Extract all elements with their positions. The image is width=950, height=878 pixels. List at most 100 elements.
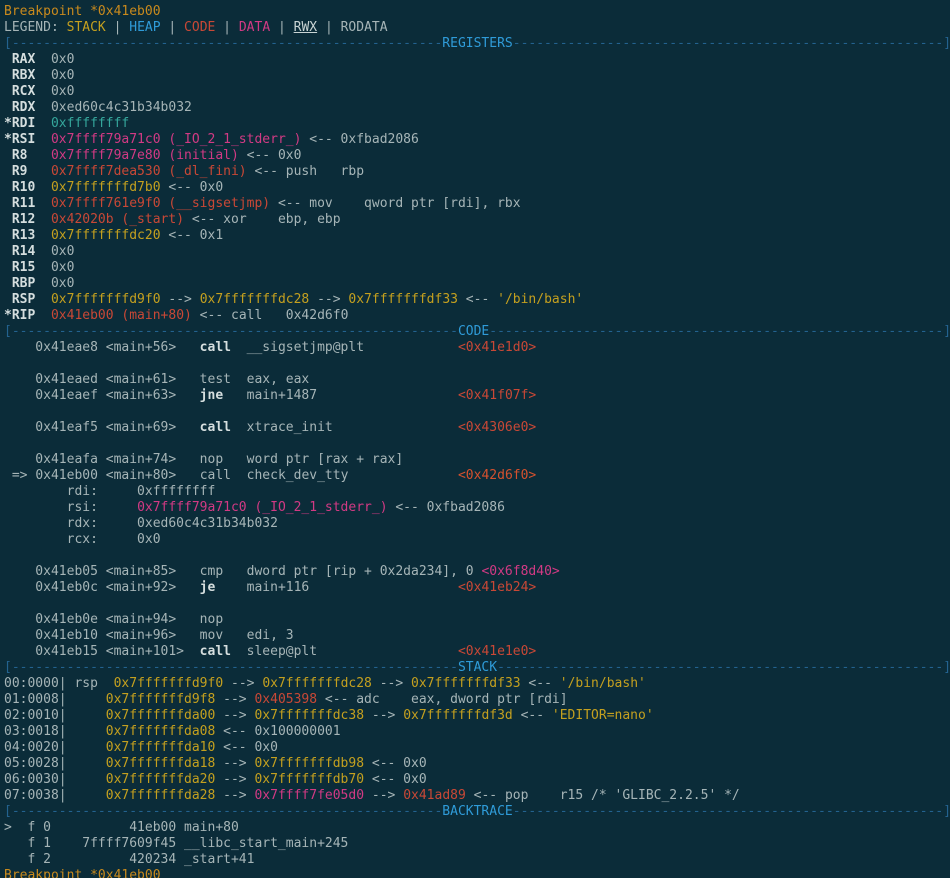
stack-00: 00:0000| rsp 0x7fffffffd9f0 --> 0x7fffff… xyxy=(4,676,950,692)
text-segment: RAX xyxy=(12,52,35,67)
text-segment xyxy=(35,116,51,131)
text-segment: <0x6f8d40> xyxy=(481,564,559,579)
text-segment xyxy=(27,164,50,179)
backtrace-f1: f 1 7ffff7609f45 __libc_start_main+245 xyxy=(4,836,950,852)
text-segment xyxy=(35,308,51,323)
text-segment: xtrace_init xyxy=(247,420,333,435)
text-segment: ----------------------------------------… xyxy=(513,804,950,819)
text-segment: 0x41eb00 <main+80> xyxy=(35,468,199,483)
text-segment: --> xyxy=(309,292,348,307)
text-segment: 04:0020| xyxy=(4,740,106,755)
text-segment: 0x7fffffffdc28 xyxy=(262,676,372,691)
text-segment: CODE xyxy=(184,20,215,35)
code-arg-rsi: rsi: 0x7ffff79a71c0 (_IO_2_1_stderr_) <-… xyxy=(4,500,950,516)
text-segment: ----------------------------------------… xyxy=(513,36,950,51)
text-segment xyxy=(35,212,51,227)
text-segment: rdi: 0xffffffff xyxy=(4,484,215,499)
text-segment: <-- 0xfbad2086 xyxy=(301,132,418,147)
text-segment: <0x41e1d0> xyxy=(458,340,536,355)
text-segment: --> xyxy=(215,772,254,787)
terminal-screen[interactable]: Breakpoint *0x41eb00LEGEND: STACK | HEAP… xyxy=(0,0,950,878)
text-segment: RDI xyxy=(12,116,35,131)
text-segment xyxy=(35,276,51,291)
text-segment: 0x0 xyxy=(51,68,74,83)
text-segment xyxy=(35,132,51,147)
code-arg-rdi: rdi: 0xffffffff xyxy=(4,484,950,500)
text-segment xyxy=(35,260,51,275)
text-segment: je xyxy=(200,580,216,595)
text-segment: cmp xyxy=(200,564,247,579)
text-segment: --> xyxy=(215,708,254,723)
text-segment: 0x405398 xyxy=(254,692,317,707)
text-segment: <0x41f07f> xyxy=(458,388,536,403)
register-rdx: RDX 0xed60c4c31b34b032 xyxy=(4,100,950,116)
text-segment: RIP xyxy=(12,308,35,323)
text-segment: | xyxy=(317,20,340,35)
text-segment: f 2 420234 _start+41 xyxy=(4,852,254,867)
text-segment: RSP xyxy=(12,292,35,307)
text-segment: 0x7fffffffdb70 xyxy=(254,772,364,787)
register-r15: R15 0x0 xyxy=(4,260,950,276)
text-segment xyxy=(309,580,458,595)
text-segment xyxy=(215,580,246,595)
text-segment: 0x41eb10 <main+96> xyxy=(4,628,200,643)
text-segment: eax, eax xyxy=(247,372,310,387)
text-segment: 0x7fffffffdc38 xyxy=(254,708,364,723)
text-segment: --> xyxy=(223,676,262,691)
text-segment: STACK xyxy=(458,660,497,675)
text-segment: '/bin/bash' xyxy=(560,676,646,691)
register-rbx: RBX 0x0 xyxy=(4,68,950,84)
text-segment: <-- 0x0 xyxy=(161,180,224,195)
text-segment: main+116 xyxy=(247,580,310,595)
text-segment: R10 xyxy=(12,180,35,195)
text-segment: 02:0010| xyxy=(4,708,106,723)
debugger-context-output: Breakpoint *0x41eb00LEGEND: STACK | HEAP… xyxy=(4,4,950,878)
text-segment: <-- 0x0 xyxy=(364,772,427,787)
text-segment xyxy=(4,228,12,243)
text-segment: 0x41eb05 <main+85> xyxy=(4,564,200,579)
text-segment: 06:0030| xyxy=(4,772,106,787)
text-segment xyxy=(231,420,247,435)
register-rip: *RIP 0x41eb00 (main+80) <-- call 0x42d6f… xyxy=(4,308,950,324)
text-segment xyxy=(4,52,12,67)
text-segment: 0x41eb00 (main+80) xyxy=(51,308,192,323)
breakpoint-footer: Breakpoint *0x41eb00 xyxy=(4,868,950,878)
code-main-63: 0x41eaef <main+63> jne main+1487 <0x41f0… xyxy=(4,388,950,404)
text-segment: 0x7ffff79a7e80 (initial) xyxy=(51,148,239,163)
stack-01: 01:0008| 0x7fffffffd9f8 --> 0x405398 <--… xyxy=(4,692,950,708)
text-segment: <-- 0x1 xyxy=(161,228,224,243)
text-segment: rcx: 0x0 xyxy=(4,532,161,547)
code-main-92: 0x41eb0c <main+92> je main+116 <0x41eb24… xyxy=(4,580,950,596)
text-segment: R13 xyxy=(12,228,35,243)
text-segment: 0x7fffffffd9f0 xyxy=(51,292,161,307)
text-segment: > f 0 41eb00 main+80 xyxy=(4,820,239,835)
text-segment: <-- mov qword ptr [rdi], rbx xyxy=(270,196,520,211)
text-segment: call xyxy=(200,468,247,483)
code-blank xyxy=(4,404,950,420)
text-segment: --> xyxy=(161,292,200,307)
text-segment xyxy=(4,212,12,227)
code-main-101: 0x41eb15 <main+101> call sleep@plt <0x41… xyxy=(4,644,950,660)
text-segment: 0x41eb0c <main+92> xyxy=(4,580,200,595)
text-segment: rsi: xyxy=(4,500,137,515)
text-segment: call xyxy=(200,340,231,355)
code-main-96: 0x41eb10 <main+96> mov edi, 3 xyxy=(4,628,950,644)
text-segment: nop xyxy=(200,612,223,627)
text-segment: <0x4306e0> xyxy=(458,420,536,435)
text-segment: <-- 0x0 xyxy=(364,756,427,771)
text-segment: __sigsetjmp@plt xyxy=(247,340,364,355)
text-segment: --> xyxy=(364,708,403,723)
text-segment xyxy=(35,180,51,195)
text-segment: mov xyxy=(200,628,247,643)
text-segment xyxy=(223,388,246,403)
text-segment xyxy=(27,148,50,163)
register-r13: R13 0x7fffffffdc20 <-- 0x1 xyxy=(4,228,950,244)
code-blank xyxy=(4,548,950,564)
divider-code: [---------------------------------------… xyxy=(4,324,950,340)
text-segment: <-- adc eax, dword ptr [rdi] xyxy=(317,692,567,707)
text-segment: RWX xyxy=(294,20,317,35)
text-segment xyxy=(4,244,12,259)
text-segment: call xyxy=(200,644,231,659)
text-segment: nop xyxy=(200,452,247,467)
text-segment: BACKTRACE xyxy=(442,804,512,819)
